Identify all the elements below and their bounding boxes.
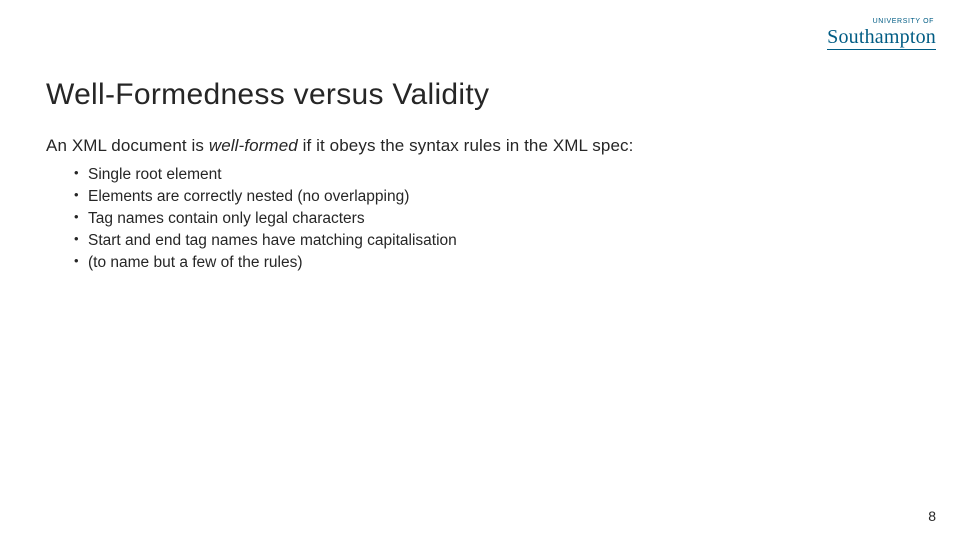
university-logo: UNIVERSITY OF Southampton xyxy=(827,18,936,50)
logo-wordmark: Southampton xyxy=(827,27,936,47)
intro-italic: well-formed xyxy=(209,136,298,155)
list-item: Single root element xyxy=(74,164,914,186)
page-number: 8 xyxy=(928,508,936,524)
list-item: Start and end tag names have matching ca… xyxy=(74,230,914,252)
bullet-list: Single root element Elements are correct… xyxy=(74,164,914,274)
list-item: Tag names contain only legal characters xyxy=(74,208,914,230)
logo-topline: UNIVERSITY OF xyxy=(827,18,936,25)
intro-post: if it obeys the syntax rules in the XML … xyxy=(298,136,634,155)
logo-underline xyxy=(827,49,936,50)
list-item: Elements are correctly nested (no overla… xyxy=(74,186,914,208)
intro-pre: An XML document is xyxy=(46,136,209,155)
slide-title: Well-Formedness versus Validity xyxy=(46,78,914,112)
slide-content: Well-Formedness versus Validity An XML d… xyxy=(46,78,914,274)
list-item: (to name but a few of the rules) xyxy=(74,252,914,274)
intro-text: An XML document is well-formed if it obe… xyxy=(46,136,914,156)
